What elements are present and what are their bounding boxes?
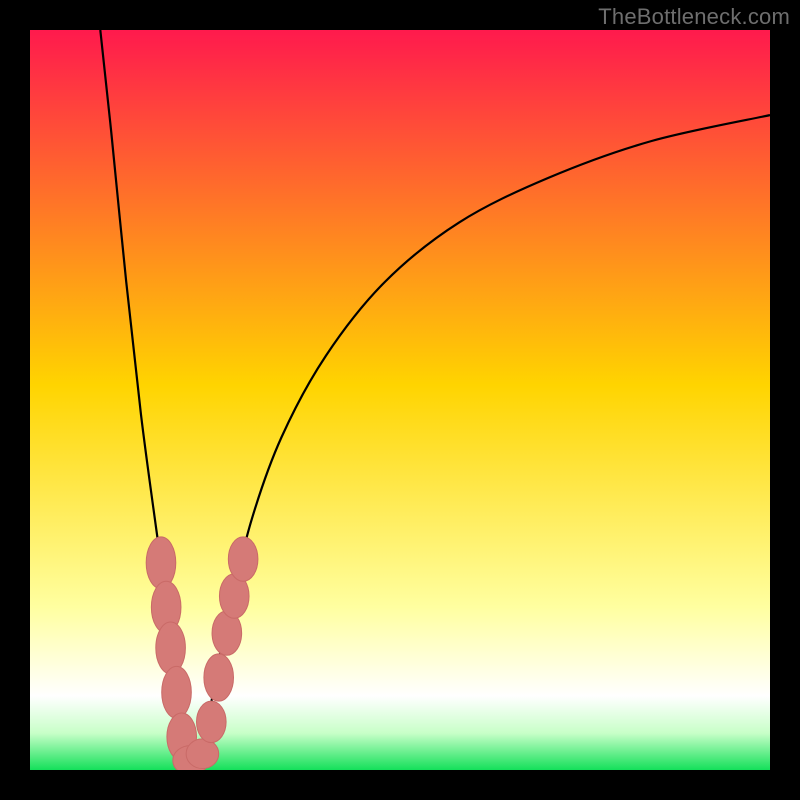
data-marker: [204, 654, 234, 701]
data-marker: [228, 537, 258, 581]
plot-area: [30, 30, 770, 770]
gradient-background: [30, 30, 770, 770]
data-marker: [162, 666, 192, 718]
watermark-text: TheBottleneck.com: [598, 4, 790, 30]
chart-frame: TheBottleneck.com: [0, 0, 800, 800]
bottleneck-curve-chart: [30, 30, 770, 770]
data-marker: [186, 739, 219, 769]
data-marker: [197, 701, 227, 742]
data-marker: [156, 622, 186, 674]
data-marker: [146, 537, 176, 589]
